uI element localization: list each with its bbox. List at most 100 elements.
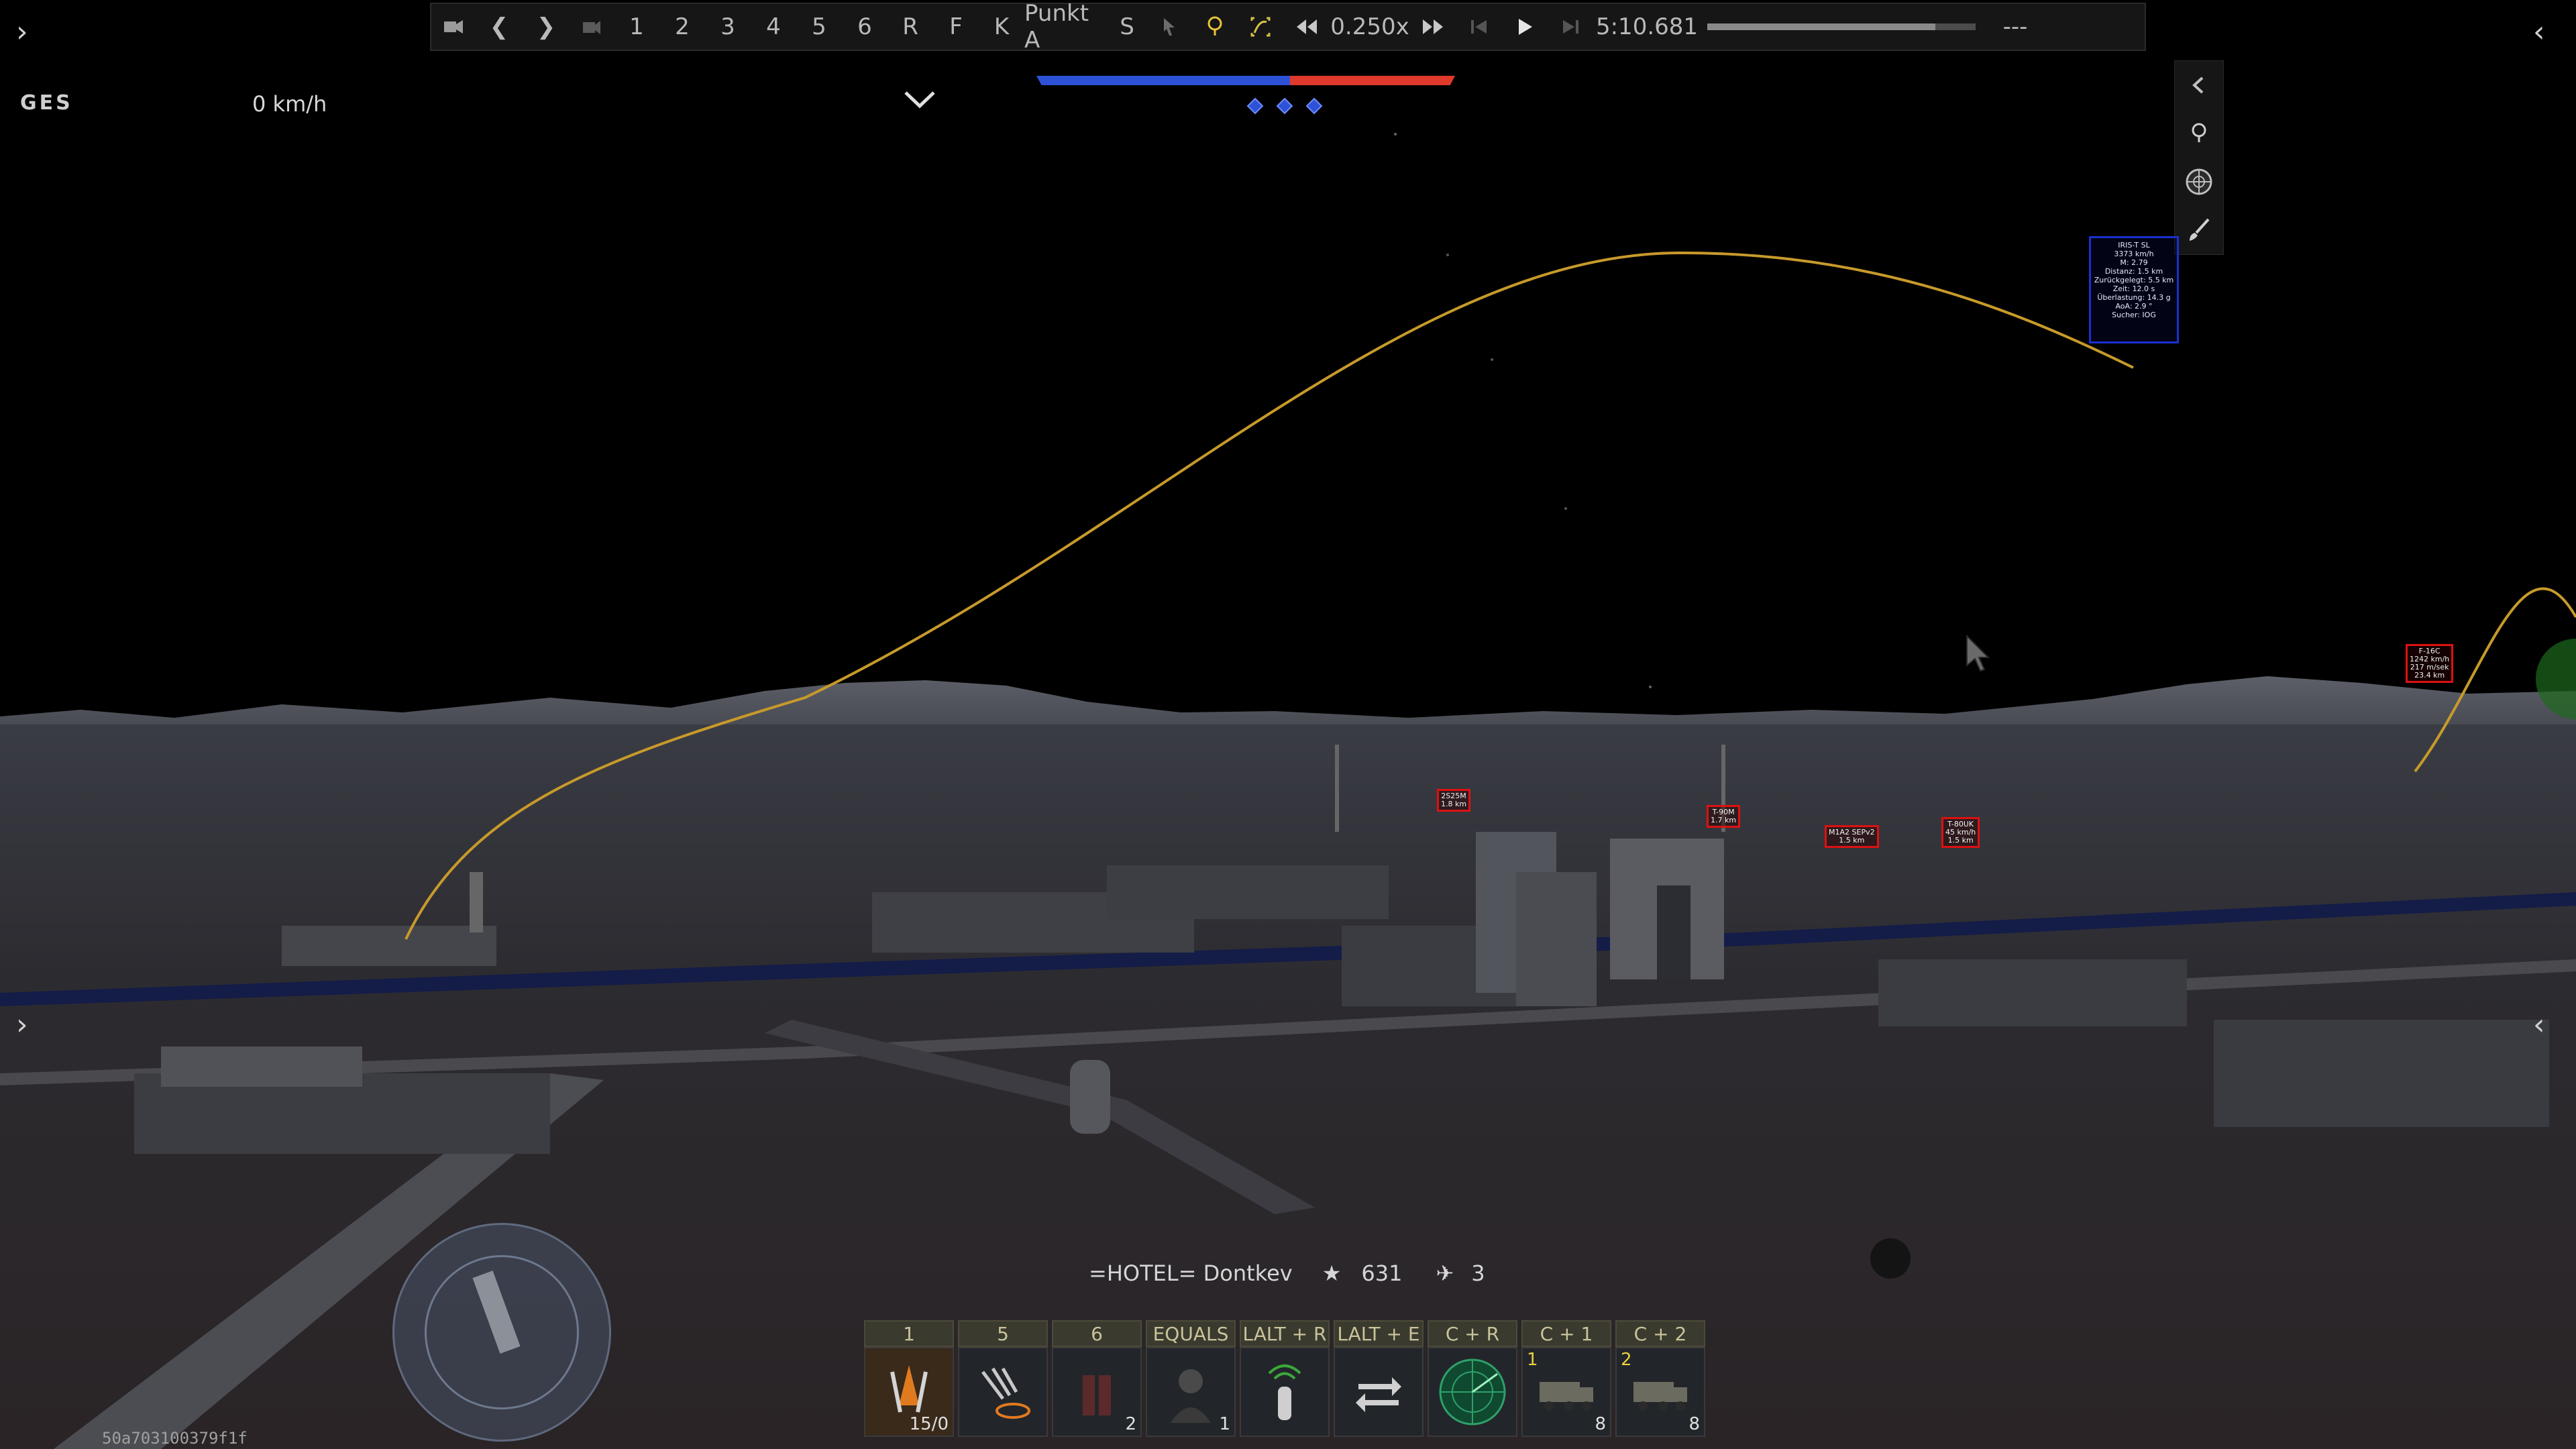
crew-member-icon: 1 <box>1146 1347 1236 1437</box>
camera-k-button[interactable]: K <box>979 3 1024 51</box>
action-bar: 1 15/0 5 6 2 EQUALS 1 LALT + R LALT + E <box>864 1320 1705 1437</box>
fast-forward-icon[interactable] <box>1409 3 1456 51</box>
camera-r-button[interactable]: R <box>888 3 933 51</box>
player-info: =HOTEL= Dontkev ★ 631 ✈ 3 <box>1089 1260 1485 1287</box>
missile-distance: Distanz: 1.5 km <box>2104 267 2163 276</box>
replay-progress-bar[interactable] <box>1701 3 1982 51</box>
vehicle-count: 8 <box>1688 1414 1700 1434</box>
playback-speed: 0.250x <box>1330 13 1409 40</box>
brush-icon[interactable] <box>2175 206 2223 254</box>
capture-points <box>1246 97 1323 115</box>
action-key: 5 <box>958 1320 1048 1347</box>
missile-name: IRIS-T SL <box>2118 241 2150 250</box>
left-edge-arrow-icon[interactable]: › <box>16 1008 28 1042</box>
replay-time: 5:10.681 <box>1595 13 1699 40</box>
target-distance: 1.5 km <box>1839 836 1865 845</box>
team-red-bar <box>1290 76 1455 85</box>
action-key: C + 1 <box>1521 1320 1611 1347</box>
replay-toolbar: ❮ ❯ 1 2 3 4 5 6 R F K Punkt A S 0.250x 5… <box>430 0 2146 54</box>
team-blue-bar <box>1036 76 1290 85</box>
target-distance: 1.5 km <box>1947 836 1974 845</box>
target-marker[interactable]: F-16C 1242 km/h 217 m/sek 23.4 km <box>2406 644 2454 683</box>
slot-index: 2 <box>1621 1350 1632 1370</box>
camera-3-button[interactable]: 3 <box>705 3 751 51</box>
action-slot-crew[interactable]: EQUALS 1 <box>1146 1320 1236 1437</box>
target-distance: 23.4 km <box>2414 671 2445 680</box>
skip-back-icon[interactable] <box>1456 3 1502 51</box>
action-key: LALT + R <box>1240 1320 1330 1347</box>
camera-2-button[interactable]: 2 <box>659 3 705 51</box>
expand-left-panel-icon[interactable]: › <box>16 15 28 49</box>
expand-right-panel-icon[interactable]: ‹ <box>2533 15 2545 49</box>
play-icon[interactable] <box>1502 3 1548 51</box>
radar-icon <box>1428 1347 1517 1437</box>
action-slot-secondary-weapon[interactable]: 5 <box>958 1320 1048 1437</box>
collapse-panel-icon[interactable] <box>2175 61 2223 109</box>
missile-overload: Überlastung: 14.3 g <box>2097 293 2171 302</box>
ammo-count: 1 <box>1219 1414 1230 1434</box>
action-slot-switch[interactable]: LALT + E <box>1334 1320 1424 1437</box>
missile-seeker: Sucher: IOG <box>2112 311 2156 319</box>
free-camera-icon[interactable] <box>570 3 614 51</box>
action-slot-vehicle-2[interactable]: C + 2 2 8 <box>1615 1320 1705 1437</box>
action-slot-radar[interactable]: C + R <box>1428 1320 1517 1437</box>
capture-point-icon <box>1276 97 1293 115</box>
camera-5-button[interactable]: 5 <box>796 3 842 51</box>
capture-point-icon <box>1305 97 1323 115</box>
mouse-cursor-icon <box>1964 634 1991 675</box>
chevron-down-icon[interactable] <box>903 89 936 114</box>
missile-info-box: IRIS-T SL 3373 km/h M: 2.79 Distanz: 1.5… <box>2089 236 2179 343</box>
camera-6-button[interactable]: 6 <box>842 3 888 51</box>
session-id: 50a703100379f1f <box>102 1429 248 1448</box>
action-slot-primary-weapon[interactable]: 1 15/0 <box>864 1320 954 1437</box>
action-slot-radio[interactable]: LALT + R <box>1240 1320 1330 1437</box>
replay-status: --- <box>2002 13 2028 40</box>
right-edge-arrow-icon[interactable]: ‹ <box>2533 1008 2545 1042</box>
player-score: 631 <box>1361 1260 1403 1286</box>
smoke-grenade-icon: 2 <box>1052 1347 1142 1437</box>
rewind-icon[interactable] <box>1283 3 1330 51</box>
truck-icon: 2 8 <box>1615 1347 1705 1437</box>
slot-index: 1 <box>1527 1350 1538 1370</box>
aircraft-icon: ✈ <box>1436 1260 1454 1286</box>
swap-arrows-icon <box>1334 1347 1424 1437</box>
cursor-icon[interactable] <box>1146 3 1192 51</box>
marker-icon[interactable] <box>2175 109 2223 158</box>
trajectory-icon[interactable] <box>1238 3 1283 51</box>
player-name: =HOTEL= Dontkev <box>1089 1260 1293 1286</box>
action-slot-vehicle-1[interactable]: C + 1 1 8 <box>1521 1320 1611 1437</box>
skip-forward-icon[interactable] <box>1548 3 1593 51</box>
team-score-bar <box>1036 76 1455 85</box>
action-key: C + R <box>1428 1320 1517 1347</box>
missile-speed: 3373 km/h <box>2114 250 2154 258</box>
action-key: LALT + E <box>1334 1320 1424 1347</box>
star-icon: ★ <box>1322 1260 1342 1286</box>
target-marker[interactable]: 2S25M 1.8 km <box>1437 789 1471 812</box>
camera-tracking-icon[interactable] <box>431 3 476 51</box>
camera-1-button[interactable]: 1 <box>614 3 659 51</box>
action-slot-smoke[interactable]: 6 2 <box>1052 1320 1142 1437</box>
target-marker[interactable]: T-90M 1.7 km <box>1707 805 1741 828</box>
speed-readout: 0 km/h <box>252 91 327 117</box>
action-key: EQUALS <box>1146 1320 1236 1347</box>
guided-missiles-icon <box>958 1347 1048 1437</box>
action-key: 1 <box>864 1320 954 1347</box>
camera-4-button[interactable]: 4 <box>751 3 796 51</box>
camera-s-button[interactable]: S <box>1108 3 1146 51</box>
radio-antenna-icon <box>1240 1347 1330 1437</box>
crosshair-icon[interactable] <box>2175 158 2223 206</box>
missile-time: Zeit: 12.0 s <box>2112 284 2155 293</box>
map-marker-icon[interactable] <box>1192 3 1238 51</box>
next-target-icon[interactable]: ❯ <box>523 3 570 51</box>
truck-icon: 1 8 <box>1521 1347 1611 1437</box>
missile-mach: M: 2.79 <box>2120 258 2148 267</box>
target-marker[interactable]: M1A2 SEPv2 1.5 km <box>1825 825 1879 848</box>
action-key: 6 <box>1052 1320 1142 1347</box>
target-marker[interactable]: T-80UK 45 km/h 1.5 km <box>1941 817 1980 848</box>
hud-label: GES <box>20 91 73 115</box>
replay-tools-panel <box>2174 60 2224 255</box>
ammo-count: 2 <box>1125 1414 1136 1434</box>
camera-f-button[interactable]: F <box>933 3 979 51</box>
camera-point-a-button[interactable]: Punkt A <box>1024 0 1108 54</box>
prev-target-icon[interactable]: ❮ <box>476 3 523 51</box>
